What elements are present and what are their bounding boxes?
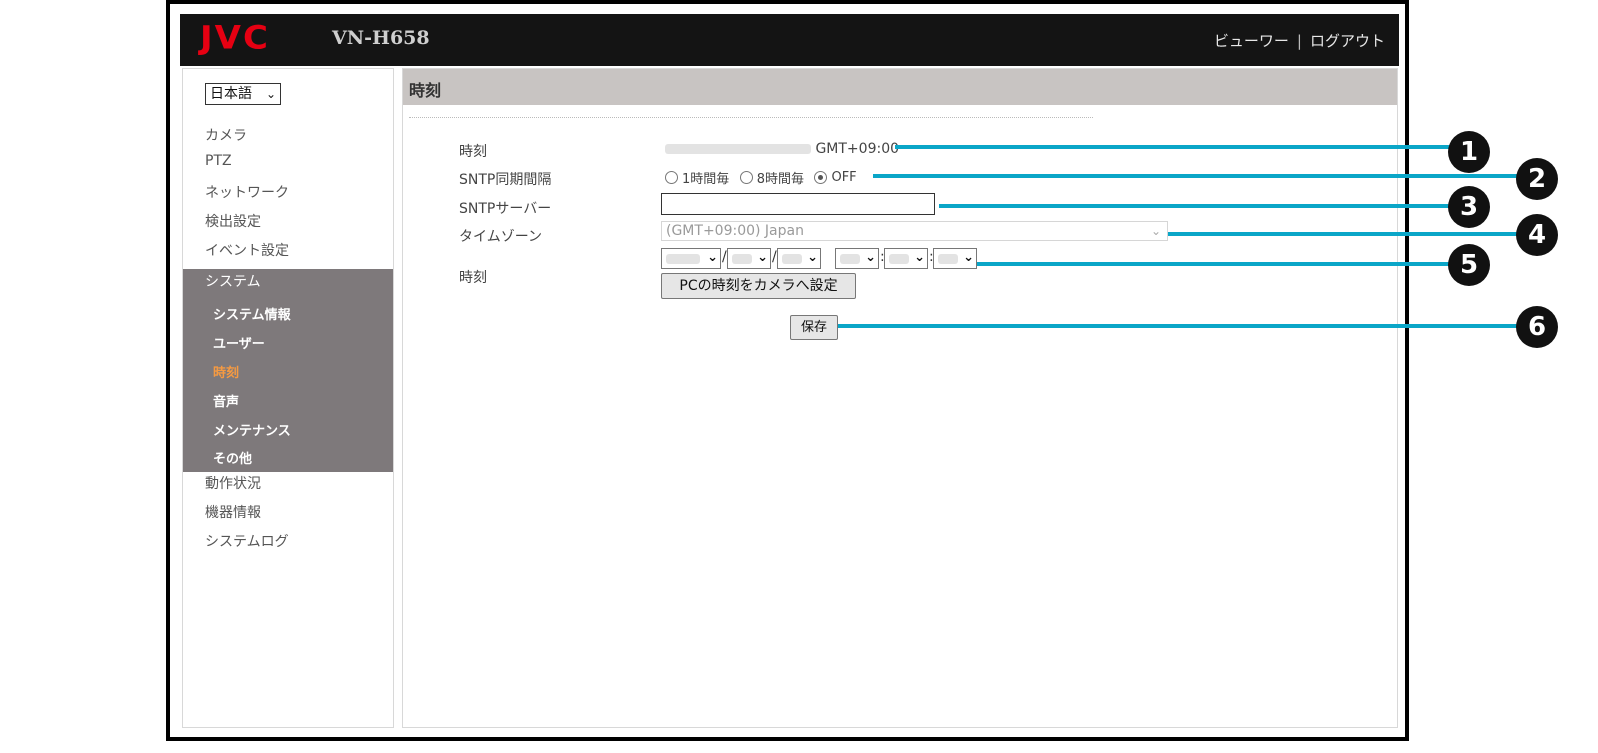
- language-select[interactable]: 日本語 ⌄: [205, 83, 281, 105]
- callout-line-1: [895, 145, 1455, 149]
- chevron-down-icon: ⌄: [914, 250, 925, 265]
- sidebar-system-group: システム システム情報 ユーザー 時刻 音声 メンテナンス その他: [183, 269, 393, 472]
- callout-badge-4: 4: [1516, 214, 1558, 256]
- sidebar-subitem-maintenance[interactable]: メンテナンス: [213, 420, 291, 439]
- sntp-interval-radios: 1時間毎 8時間毎 OFF: [665, 168, 863, 187]
- jvc-logo: JVC: [200, 19, 270, 57]
- language-select-value: 日本語: [210, 86, 252, 102]
- sidebar-item-status[interactable]: 動作状況: [205, 473, 261, 493]
- callout-line-2: [873, 174, 1523, 178]
- blurred-hour: [840, 254, 860, 264]
- sidebar-subitem-time[interactable]: 時刻: [213, 362, 239, 381]
- radio-off[interactable]: [814, 171, 828, 184]
- sidebar-subitem-other[interactable]: その他: [213, 448, 252, 467]
- sidebar-item-system[interactable]: システム: [205, 271, 261, 291]
- blurred-day: [782, 254, 802, 264]
- sntp-interval-label: SNTP同期間隔: [459, 172, 552, 188]
- day-select[interactable]: ⌄: [777, 248, 821, 269]
- top-nav: ビューワー | ログアウト: [1214, 30, 1385, 51]
- callout-line-5: [977, 262, 1455, 266]
- callout-badge-2: 2: [1516, 158, 1558, 200]
- model-name: VN-H658: [332, 27, 430, 49]
- browser-frame: JVC VN-H658 ビューワー | ログアウト 日本語 ⌄ カメラ PTZ ネッ…: [166, 0, 1409, 741]
- chevron-down-icon: ⌄: [707, 250, 718, 265]
- sidebar-subitem-user[interactable]: ユーザー: [213, 333, 265, 352]
- callout-line-6: [838, 324, 1523, 328]
- timezone-select[interactable]: (GMT+09:00) Japan ⌄: [661, 221, 1168, 241]
- callout-line-4: [1168, 232, 1523, 236]
- blurred-second: [938, 254, 958, 264]
- chevron-down-icon: ⌄: [1150, 224, 1161, 238]
- nav-separator: |: [1296, 32, 1302, 50]
- sidebar-item-ptz[interactable]: PTZ: [205, 153, 232, 169]
- timezone-label: タイムゾーン: [459, 229, 543, 245]
- logout-link[interactable]: ログアウト: [1310, 32, 1385, 50]
- sntp-server-label: SNTPサーバー: [459, 201, 552, 217]
- sidebar: 日本語 ⌄ カメラ PTZ ネットワーク 検出設定 イベント設定 システム シス…: [182, 68, 394, 728]
- current-time-value: GMT+09:00: [665, 141, 899, 157]
- sidebar-item-network[interactable]: ネットワーク: [205, 182, 289, 202]
- callout-badge-3: 3: [1448, 186, 1490, 228]
- minute-select[interactable]: ⌄: [884, 248, 928, 269]
- main-content: 時刻 時刻 GMT+09:00 SNTP同期間隔 1時間毎 8時間毎 OFF S…: [402, 68, 1398, 728]
- blurred-minute: [889, 254, 909, 264]
- sidebar-item-system-log[interactable]: システムログ: [205, 531, 289, 551]
- sidebar-item-event[interactable]: イベント設定: [205, 240, 289, 260]
- year-select[interactable]: ⌄: [661, 248, 721, 269]
- second-select[interactable]: ⌄: [933, 248, 977, 269]
- radio-8h[interactable]: [739, 171, 753, 184]
- radio-1h-label: 1時間毎: [682, 172, 730, 187]
- radio-8h-label: 8時間毎: [756, 172, 805, 187]
- blurred-year: [666, 254, 700, 264]
- sidebar-subitem-system-info[interactable]: システム情報: [213, 304, 291, 323]
- callout-badge-1: 1: [1448, 131, 1490, 173]
- save-button[interactable]: 保存: [790, 315, 838, 340]
- divider: [409, 117, 1093, 118]
- header-bar: JVC VN-H658 ビューワー | ログアウト: [180, 14, 1399, 66]
- datetime-label: 時刻: [459, 270, 487, 286]
- callout-line-3: [939, 204, 1455, 208]
- timezone-value: (GMT+09:00) Japan: [666, 223, 804, 239]
- sidebar-subitem-audio[interactable]: 音声: [213, 391, 239, 410]
- sidebar-item-camera[interactable]: カメラ: [205, 125, 247, 145]
- page-title: 時刻: [403, 69, 1397, 105]
- sntp-server-input[interactable]: [661, 193, 935, 215]
- sidebar-item-device-info[interactable]: 機器情報: [205, 502, 261, 522]
- radio-off-label: OFF: [831, 170, 857, 185]
- callout-badge-5: 5: [1448, 244, 1490, 286]
- callout-badge-6: 6: [1516, 306, 1558, 348]
- chevron-down-icon: ⌄: [265, 87, 276, 101]
- chevron-down-icon: ⌄: [757, 250, 768, 265]
- radio-1h[interactable]: [665, 171, 678, 184]
- time-gmt-suffix: GMT+09:00: [815, 141, 900, 157]
- sidebar-item-detection[interactable]: 検出設定: [205, 211, 261, 231]
- viewer-link[interactable]: ビューワー: [1214, 32, 1289, 50]
- pc-time-button[interactable]: PCの時刻をカメラへ設定: [661, 273, 856, 299]
- blurred-month: [732, 254, 752, 264]
- month-select[interactable]: ⌄: [727, 248, 771, 269]
- date-separator: /: [722, 249, 727, 265]
- chevron-down-icon: ⌄: [963, 250, 974, 265]
- date-separator: /: [772, 249, 777, 265]
- blurred-time: [665, 144, 811, 154]
- chevron-down-icon: ⌄: [865, 250, 876, 265]
- chevron-down-icon: ⌄: [807, 250, 818, 265]
- hour-select[interactable]: ⌄: [835, 248, 879, 269]
- time-label: 時刻: [459, 144, 487, 160]
